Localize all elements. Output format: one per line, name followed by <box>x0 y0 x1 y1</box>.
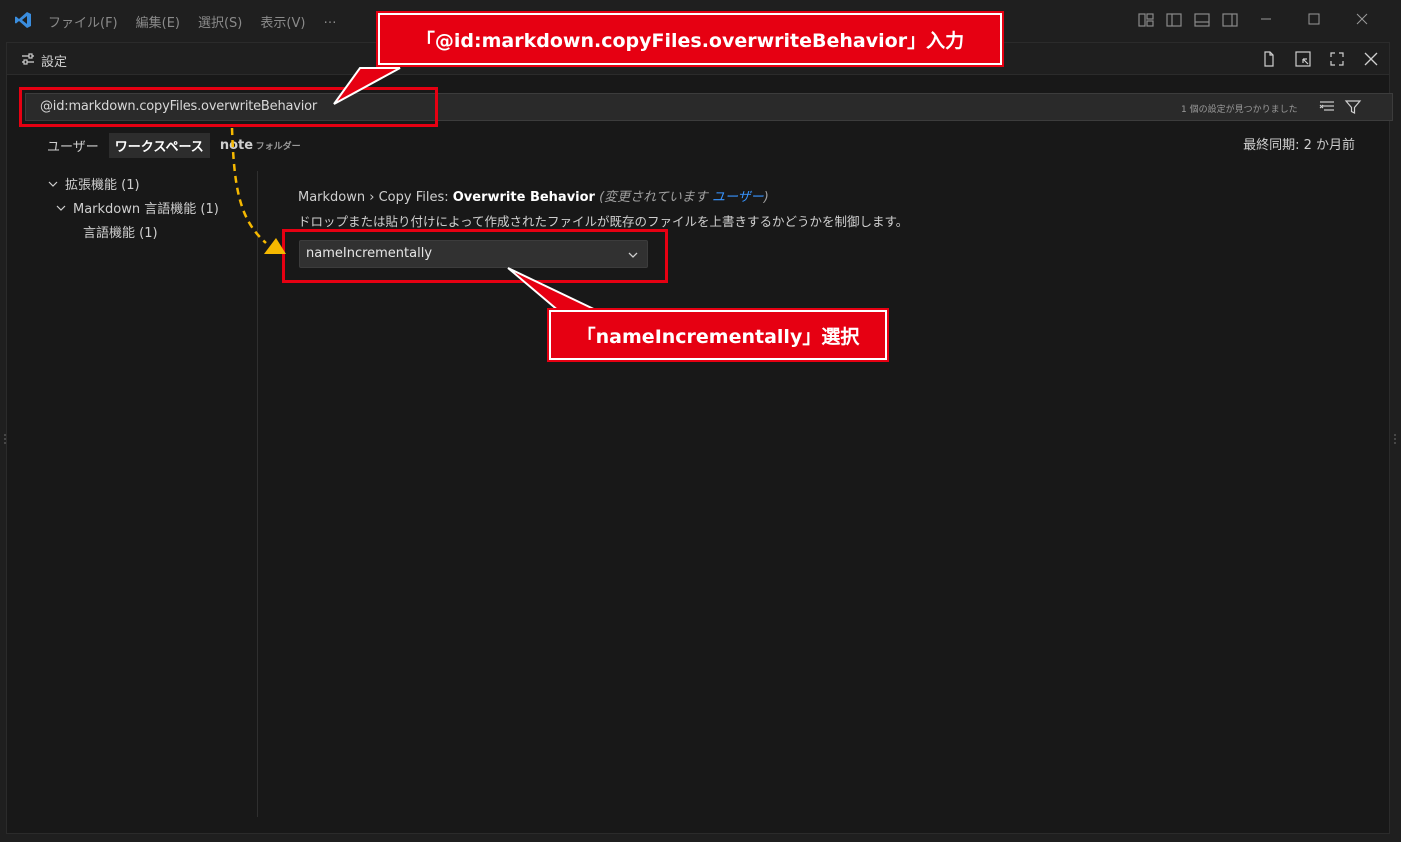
folder-name: note <box>219 138 254 153</box>
close-editor-icon[interactable] <box>1361 49 1381 69</box>
toc-item-language-features[interactable]: 言語機能 (1) <box>83 222 158 241</box>
folder-label: フォルダー <box>255 142 301 152</box>
menu-selection[interactable]: 選択(S) <box>198 12 242 31</box>
setting-name: Overwrite Behavior <box>452 190 595 205</box>
filter-icon[interactable] <box>1344 99 1362 115</box>
callout-select-instruction: 「nameIncrementally」選択 <box>547 308 889 362</box>
right-resize-grip[interactable] <box>1393 430 1397 444</box>
split-editor-icon[interactable] <box>1293 49 1313 69</box>
search-highlight-box <box>19 87 438 127</box>
toggle-primary-sidebar-icon[interactable] <box>1165 12 1183 28</box>
vscode-logo-icon <box>15 12 31 28</box>
menu-view[interactable]: 表示(V) <box>260 12 305 31</box>
tab-user[interactable]: ユーザー <box>41 133 105 158</box>
toc-label: Markdown 言語機能 (1) <box>73 202 219 217</box>
last-synced-status: 最終同期: 2 か月前 <box>1243 138 1355 153</box>
settings-sliders-icon <box>22 53 34 65</box>
modified-indicator-prefix: (変更されています <box>599 190 712 205</box>
customize-layout-icon[interactable] <box>1137 12 1155 28</box>
clear-filter-icon[interactable] <box>1318 99 1336 115</box>
modified-indicator-suffix: ) <box>763 190 769 205</box>
setting-description: ドロップまたは貼り付けによって作成されたファイルが既存のファイルを上書きするかど… <box>298 214 909 229</box>
toc-label: 言語機能 (1) <box>83 226 158 241</box>
callout-select-text: 「nameIncrementally」選択 <box>576 325 860 348</box>
layout-controls <box>1137 12 1239 28</box>
toggle-panel-icon[interactable] <box>1193 12 1211 28</box>
callout-search-instruction: 「@id:markdown.copyFiles.overwriteBehavio… <box>376 11 1004 67</box>
settings-scope-tabs: ユーザー ワークスペース note フォルダー <box>41 133 311 158</box>
toc-item-extensions[interactable]: 拡張機能 (1) <box>47 174 140 193</box>
tab-workspace[interactable]: ワークスペース <box>108 133 210 158</box>
menu-edit[interactable]: 編集(E) <box>136 12 180 31</box>
search-result-count: 1 個の設定が見つかりました <box>1181 105 1298 115</box>
menu-more[interactable]: … <box>323 12 336 31</box>
toggle-secondary-sidebar-icon[interactable] <box>1221 12 1239 28</box>
menu-file[interactable]: ファイル(F) <box>48 12 118 31</box>
editor-actions <box>1259 49 1381 69</box>
setting-title: Markdown › Copy Files: Overwrite Behavio… <box>298 186 769 205</box>
minimize-icon[interactable] <box>1255 8 1277 30</box>
window-controls <box>1255 8 1373 30</box>
open-settings-json-icon[interactable] <box>1259 49 1279 69</box>
close-window-icon[interactable] <box>1351 8 1373 30</box>
settings-tab-title: 設定 <box>41 55 68 70</box>
menu-bar: ファイル(F) 編集(E) 選択(S) 表示(V) … <box>48 12 336 31</box>
toc-label: 拡張機能 (1) <box>65 178 140 193</box>
setting-category: Markdown › Copy Files: <box>298 190 453 205</box>
modified-user-link[interactable]: ユーザー <box>712 190 764 205</box>
tab-folder[interactable]: note フォルダー <box>214 135 307 156</box>
settings-editor: 設定 @id:markdown.copyFiles.overwriteBehav… <box>6 42 1393 834</box>
chevron-down-icon <box>48 181 58 187</box>
maximize-icon[interactable] <box>1303 8 1325 30</box>
maximize-editor-icon[interactable] <box>1327 49 1347 69</box>
select-highlight-box <box>282 229 668 283</box>
chevron-down-icon <box>56 205 66 211</box>
callout-search-text: 「@id:markdown.copyFiles.overwriteBehavio… <box>415 29 965 52</box>
toc-divider <box>257 171 258 817</box>
toc-item-markdown[interactable]: Markdown 言語機能 (1) <box>55 198 219 217</box>
